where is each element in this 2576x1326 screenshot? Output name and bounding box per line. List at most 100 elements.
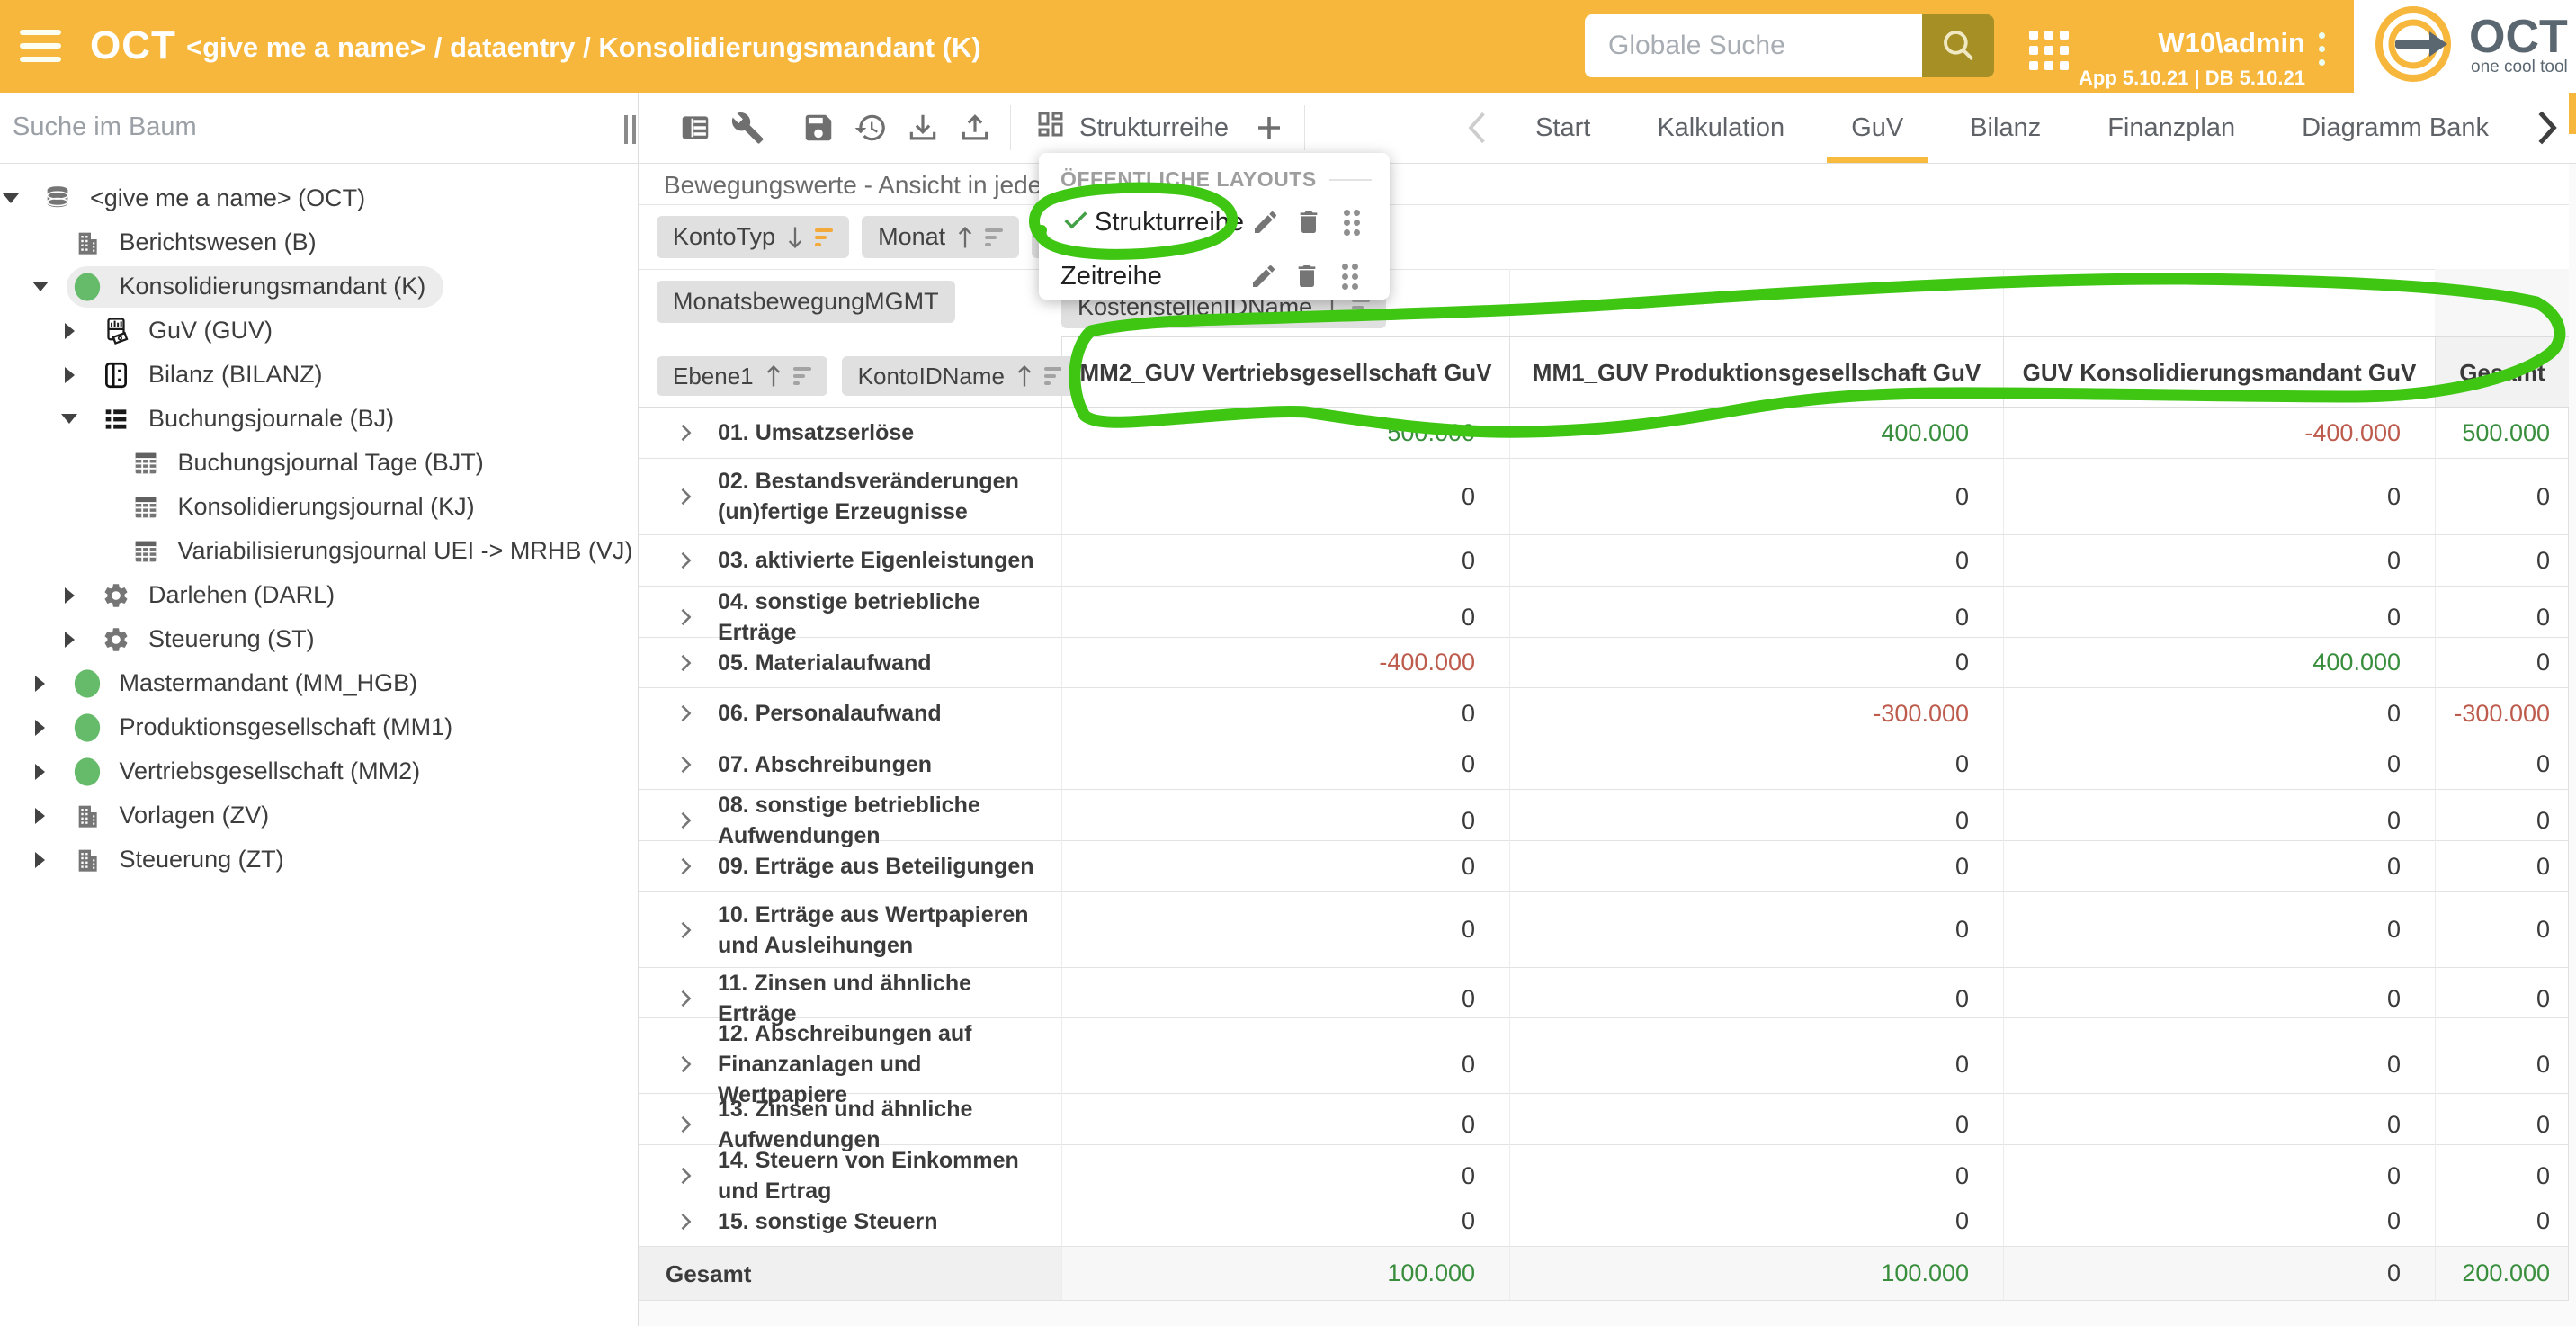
- value-cell[interactable]: 0: [1061, 535, 1509, 586]
- tree-expander-icon[interactable]: [30, 276, 51, 298]
- filter-chip-ebene1[interactable]: Ebene1: [657, 356, 827, 396]
- apps-grid-icon[interactable]: [2029, 31, 2071, 72]
- expand-row-icon[interactable]: [673, 1163, 698, 1188]
- value-cell[interactable]: 0: [1509, 739, 2003, 789]
- filter-chip-kontoidname[interactable]: KontoIDName: [842, 356, 1078, 396]
- expand-row-icon[interactable]: [673, 420, 698, 445]
- layout-name[interactable]: Strukturreihe: [1095, 208, 1244, 237]
- toggle-panel-button[interactable]: [669, 102, 721, 154]
- layouts-dropdown-button[interactable]: Strukturreihe: [1020, 108, 1243, 148]
- tab-kalkulation[interactable]: Kalkulation: [1623, 93, 1818, 163]
- sidebar-item-mastermandant-mm-hgb[interactable]: Mastermandant (MM_HGB): [30, 661, 639, 705]
- tabs-scroll-right-icon[interactable]: [2522, 93, 2571, 163]
- global-search-input[interactable]: [1585, 14, 1922, 77]
- value-cell[interactable]: 0: [2435, 739, 2569, 789]
- value-cell[interactable]: 0: [2003, 1196, 2435, 1246]
- tree-expander-icon[interactable]: [30, 717, 51, 739]
- value-cell[interactable]: 0: [1509, 1196, 2003, 1246]
- total-value-cell[interactable]: 100.000: [1509, 1247, 2003, 1300]
- tab-bilanz[interactable]: Bilanz: [1936, 93, 2074, 163]
- expand-row-icon[interactable]: [673, 701, 698, 726]
- add-layout-button[interactable]: [1243, 102, 1295, 154]
- value-cell[interactable]: 0: [1509, 459, 2003, 534]
- value-cell[interactable]: 0: [2435, 638, 2569, 687]
- expand-row-icon[interactable]: [673, 484, 698, 509]
- sidebar-item-vorlagen-zv[interactable]: Vorlagen (ZV): [30, 793, 639, 838]
- tree-expander-icon[interactable]: [30, 761, 51, 783]
- value-cell[interactable]: 400.000: [2003, 638, 2435, 687]
- tab-guv[interactable]: GuV: [1818, 93, 1936, 163]
- total-value-cell[interactable]: 200.000: [2435, 1247, 2569, 1300]
- value-cell[interactable]: 0: [2003, 535, 2435, 586]
- save-icon[interactable]: [792, 102, 845, 154]
- sidebar-item-konsolidierungsmandant-k[interactable]: Konsolidierungsmandant (K): [30, 264, 639, 309]
- value-cell[interactable]: 400.000: [1509, 408, 2003, 458]
- search-button[interactable]: [1922, 14, 1994, 77]
- filter-chip-monatsbewegungmgmt[interactable]: MonatsbewegungMGMT: [657, 281, 955, 323]
- value-cell[interactable]: 0: [1061, 459, 1509, 534]
- expand-row-icon[interactable]: [673, 1052, 698, 1077]
- value-cell[interactable]: 0: [2003, 459, 2435, 534]
- value-cell[interactable]: 0: [2003, 688, 2435, 739]
- download-icon[interactable]: [897, 102, 949, 154]
- value-cell[interactable]: 0: [1509, 841, 2003, 891]
- sidebar-item-bilanz-bilanz[interactable]: Bilanz (BILANZ): [58, 353, 638, 397]
- value-cell[interactable]: 0: [1509, 535, 2003, 586]
- tab-finanzplan[interactable]: Finanzplan: [2074, 93, 2268, 163]
- expand-row-icon[interactable]: [673, 918, 698, 943]
- sidebar-item-produktionsgesellschaft-mm1[interactable]: Produktionsgesellschaft (MM1): [30, 705, 639, 749]
- column-header-guv-konsolidierungsmandant-guv[interactable]: GUV Konsolidierungsmandant GuV: [2004, 337, 2436, 408]
- tree-expander-icon[interactable]: [58, 629, 80, 650]
- sidebar-item-steuerung-zt[interactable]: Steuerung (ZT): [30, 838, 639, 882]
- filter-chip-monat[interactable]: Monat: [862, 216, 1019, 258]
- value-cell[interactable]: -400.000: [2003, 408, 2435, 458]
- column-header-mm2-guv-vertriebsgesellschaft-guv[interactable]: MM2_GUV Vertriebsgesellschaft GuV: [1062, 337, 1510, 408]
- tree-expander-icon[interactable]: [58, 585, 80, 606]
- sidebar-item-konsolidierungsjournal-kj[interactable]: Konsolidierungsjournal (KJ): [88, 485, 639, 529]
- expand-row-icon[interactable]: [673, 605, 698, 630]
- delete-icon[interactable]: [1285, 262, 1328, 291]
- value-cell[interactable]: 0: [1061, 892, 1509, 967]
- expand-row-icon[interactable]: [673, 650, 698, 676]
- tab-start[interactable]: Start: [1502, 93, 1623, 163]
- expand-row-icon[interactable]: [673, 854, 698, 879]
- settings-wrench-icon[interactable]: [721, 102, 774, 154]
- tree-expander-icon[interactable]: [58, 364, 80, 386]
- panel-resize-handle[interactable]: [624, 115, 642, 144]
- value-cell[interactable]: 0: [1061, 688, 1509, 739]
- sidebar-item-vertriebsgesellschaft-mm2[interactable]: Vertriebsgesellschaft (MM2): [30, 749, 639, 793]
- tree-expander-icon[interactable]: [0, 188, 22, 210]
- tree-expander-icon[interactable]: [30, 805, 51, 827]
- edit-icon[interactable]: [1244, 208, 1287, 237]
- value-cell[interactable]: 0: [2435, 892, 2569, 967]
- sidebar-item-buchungsjournal-tage-bjt[interactable]: Buchungsjournal Tage (BJT): [88, 441, 639, 485]
- sidebar-item-guv-guv[interactable]: GuV (GUV): [58, 309, 638, 353]
- expand-row-icon[interactable]: [673, 548, 698, 573]
- value-cell[interactable]: 0: [2435, 535, 2569, 586]
- edit-icon[interactable]: [1242, 262, 1285, 291]
- tree-expander-icon[interactable]: [30, 673, 51, 694]
- tree-expander-icon[interactable]: [30, 849, 51, 871]
- value-cell[interactable]: 500.000: [2435, 408, 2569, 458]
- expand-row-icon[interactable]: [673, 986, 698, 1011]
- value-cell[interactable]: -400.000: [1061, 638, 1509, 687]
- layout-menu-item-zeitreihe[interactable]: Zeitreihe: [1060, 253, 1372, 300]
- sidebar-item-buchungsjournale-bj[interactable]: Buchungsjournale (BJ): [58, 397, 638, 441]
- hamburger-menu-icon[interactable]: [20, 30, 61, 64]
- upload-icon[interactable]: [949, 102, 1001, 154]
- value-cell[interactable]: 0: [1061, 841, 1509, 891]
- drag-handle-icon[interactable]: [1328, 264, 1372, 290]
- column-header-mm1-guv-produktionsgesellschaft-guv[interactable]: MM1_GUV Produktionsgesellschaft GuV: [1510, 337, 2004, 408]
- total-value-cell[interactable]: 100.000: [1061, 1247, 1509, 1300]
- value-cell[interactable]: 0: [1061, 739, 1509, 789]
- value-cell[interactable]: 0: [1509, 892, 2003, 967]
- delete-icon[interactable]: [1287, 208, 1330, 237]
- tabs-scroll-left-icon[interactable]: [1453, 93, 1502, 163]
- value-cell[interactable]: -300.000: [1509, 688, 2003, 739]
- value-cell[interactable]: 0: [2435, 1196, 2569, 1246]
- value-cell[interactable]: 0: [2003, 739, 2435, 789]
- value-cell[interactable]: 0: [2003, 841, 2435, 891]
- sidebar-item-darlehen-darl[interactable]: Darlehen (DARL): [58, 573, 638, 617]
- expand-row-icon[interactable]: [673, 1209, 698, 1234]
- total-value-cell[interactable]: 0: [2003, 1247, 2435, 1300]
